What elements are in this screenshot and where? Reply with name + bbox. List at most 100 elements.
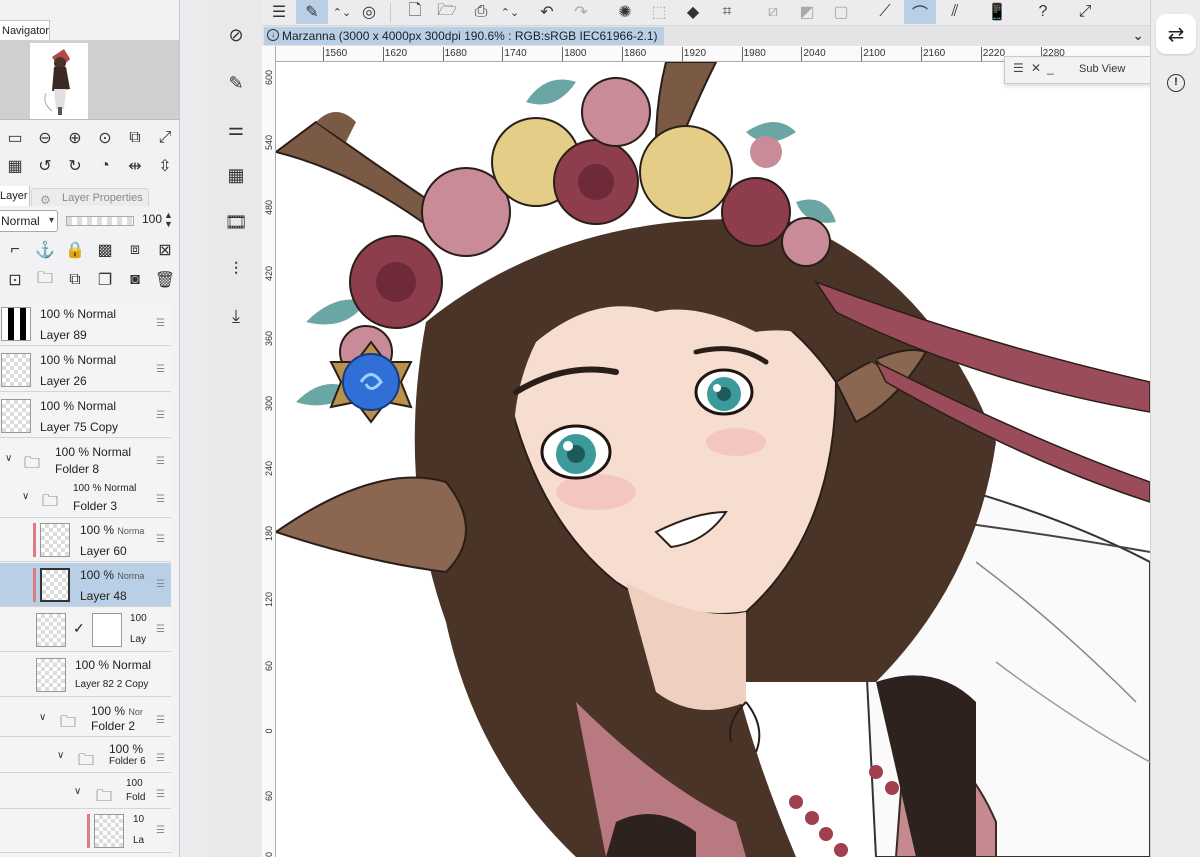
chevron-down-icon[interactable]: ∨	[57, 750, 64, 761]
swap-panel-icon[interactable]: ⇄	[1156, 14, 1196, 54]
rotate-left-icon[interactable]: ↺	[30, 153, 60, 179]
layer-row[interactable]: 100 % Norma Layer 60 ☰	[0, 518, 171, 562]
gallery-icon[interactable]: ◎	[356, 0, 382, 24]
checkmark-icon[interactable]: ✓	[73, 620, 85, 637]
layer-row-selected[interactable]: 100 % Norma Layer 48 ☰	[0, 563, 171, 607]
zoom-out-icon[interactable]: ⊖	[30, 125, 60, 151]
drag-handle-icon[interactable]: ☰	[156, 494, 165, 505]
flip-horizontal-icon[interactable]: ⇹	[120, 153, 150, 179]
opacity-slider[interactable]	[66, 216, 134, 226]
save-icon[interactable]: ⎙	[468, 0, 494, 24]
lock-icon[interactable]: 🔒	[60, 237, 90, 263]
opacity-stepper-icon[interactable]: ▲ ▼	[164, 211, 173, 229]
close-icon[interactable]: ✕	[1031, 61, 1041, 75]
redo-icon[interactable]: ↷	[568, 0, 594, 24]
drag-handle-icon[interactable]: ☰	[1013, 61, 1024, 75]
drag-handle-icon[interactable]: ☰	[156, 318, 165, 329]
brush-size-icon[interactable]: ✎	[225, 72, 247, 94]
fill-icon[interactable]: ◆	[680, 0, 706, 24]
loading-icon[interactable]: ✺	[612, 0, 638, 24]
flip-vertical-icon[interactable]: ⇳	[150, 153, 179, 179]
ruler-snap-icon[interactable]: ⟋	[872, 0, 898, 24]
deselect-icon[interactable]: ⧄	[760, 0, 786, 24]
clipping-icon[interactable]: ⌐	[0, 237, 30, 263]
drag-handle-icon[interactable]: ☰	[156, 410, 165, 421]
drag-handle-icon[interactable]: ☰	[156, 789, 165, 800]
color-set-icon[interactable]: ▦	[225, 164, 247, 186]
fullscreen-icon[interactable]: ⤢	[1072, 0, 1098, 24]
tab-layer[interactable]: Layer	[0, 186, 30, 206]
document-tab[interactable]: ↓ Marzanna (3000 x 4000px 300dpi 190.6% …	[264, 27, 664, 45]
new-folder-icon[interactable]: 🗀	[30, 267, 60, 293]
drag-handle-icon[interactable]: ☰	[156, 624, 165, 635]
edit-tool-icon[interactable]: ✎	[296, 0, 328, 24]
menu-icon[interactable]: ☰	[266, 0, 292, 24]
tab-layer-properties[interactable]: ⚙ Layer Properties	[31, 188, 149, 207]
invert-selection-icon[interactable]: ◩	[794, 0, 820, 24]
resize-icon[interactable]: ⧉	[120, 125, 150, 151]
help-icon[interactable]: ?	[1030, 0, 1056, 24]
selection-icon[interactable]: ▢	[828, 0, 854, 24]
chevron-updown-icon[interactable]: ⌃⌄	[501, 0, 519, 24]
minimize-icon[interactable]: _	[1047, 61, 1054, 75]
layer-row[interactable]: ✓ 100 Lay ☰	[0, 608, 171, 652]
chevron-down-icon[interactable]: ∨	[22, 491, 29, 502]
drag-handle-icon[interactable]: ☰	[156, 753, 165, 764]
opacity-value[interactable]: 100	[142, 212, 162, 226]
folder-row[interactable]: ∨ 🗀 100 % Folder 6 ☰	[0, 737, 171, 773]
clear-icon[interactable]: ⬚	[646, 0, 672, 24]
merge-down-icon[interactable]: ⧉	[60, 267, 90, 293]
material-download-icon[interactable]: ⤓	[225, 305, 247, 327]
grid-snap-icon[interactable]: ⫽	[942, 0, 968, 24]
special-ruler-icon[interactable]: ⌒	[904, 0, 936, 24]
reference-icon[interactable]: ⚓	[30, 237, 60, 263]
color-slider-icon[interactable]: ⫶	[225, 258, 247, 280]
layer-row[interactable]: 100 % Normal Layer 89 ☰	[0, 302, 171, 346]
chevron-down-icon[interactable]: ∨	[5, 453, 12, 464]
drag-handle-icon[interactable]: ☰	[156, 534, 165, 545]
layer-row[interactable]: 100 % Normal Layer 75 Copy ☰	[0, 394, 171, 438]
chevron-down-icon[interactable]: ⌄	[1132, 27, 1144, 44]
delete-layer-icon[interactable]: 🗑	[150, 267, 179, 293]
drag-handle-icon[interactable]: ☰	[156, 579, 165, 590]
navigator-tab[interactable]: Navigator	[0, 20, 50, 40]
lock-transparency-icon[interactable]: ▩	[90, 237, 120, 263]
layer-mask-thumbnail[interactable]	[92, 613, 122, 647]
layer-row[interactable]: 100 % Normal Layer 82 2 Copy	[0, 653, 171, 697]
blend-mode-select[interactable]: Normal ▾	[0, 210, 58, 232]
new-file-icon[interactable]: 🗋	[402, 0, 428, 24]
info-icon[interactable]: !	[1167, 74, 1185, 92]
timeline-icon[interactable]: 🎞	[225, 211, 248, 233]
device-icon[interactable]: 📱	[984, 0, 1010, 24]
drag-handle-icon[interactable]: ☰	[156, 364, 165, 375]
drag-handle-icon[interactable]: ☰	[156, 715, 165, 726]
undo-icon[interactable]: ↶	[534, 0, 560, 24]
new-raster-layer-icon[interactable]: ⊡	[0, 267, 30, 293]
copy-layer-icon[interactable]: ❐	[90, 267, 120, 293]
drawing-canvas[interactable]	[276, 62, 1150, 857]
navigator-thumbnail[interactable]	[30, 43, 88, 119]
folder-row[interactable]: ∨ 🗀 100 Fold ☰	[0, 773, 171, 809]
folder-row[interactable]: ∨ 🗀 100 % Normal Folder 3 ☰	[0, 478, 171, 518]
navigator-search-icon[interactable]: ⊘	[225, 24, 247, 46]
navigator-preview[interactable]	[0, 40, 179, 120]
chevron-down-icon[interactable]: ∨	[39, 712, 46, 723]
drag-handle-icon[interactable]: ☰	[156, 825, 165, 836]
fit-square-icon[interactable]: ▭	[0, 125, 30, 151]
expand-icon[interactable]: ⤢	[150, 125, 179, 151]
layer-mask-icon[interactable]: ◙	[120, 267, 150, 293]
transform-icon[interactable]: ⌗	[714, 0, 740, 24]
mask-toggle-icon[interactable]: ⧈	[120, 237, 150, 263]
drag-handle-icon[interactable]: ☰	[156, 456, 165, 467]
zoom-in-icon[interactable]: ⊕	[60, 125, 90, 151]
fit-icon[interactable]: ⊙	[90, 125, 120, 151]
layer-row[interactable]: 10 La ☰	[0, 809, 171, 853]
chevron-down-icon[interactable]: ∨	[74, 786, 81, 797]
grid-icon[interactable]: ▦	[0, 153, 30, 179]
open-file-icon[interactable]: 🗁	[434, 0, 460, 24]
rotate-right-icon[interactable]: ↻	[60, 153, 90, 179]
folder-row[interactable]: ∨ 🗀 100 % Nor Folder 2 ☰	[0, 699, 171, 737]
mask-disable-icon[interactable]: ⊠	[150, 237, 179, 263]
chevron-updown-icon[interactable]: ⌃⌄	[333, 0, 351, 24]
reset-rotation-icon[interactable]: ◔	[90, 153, 120, 179]
